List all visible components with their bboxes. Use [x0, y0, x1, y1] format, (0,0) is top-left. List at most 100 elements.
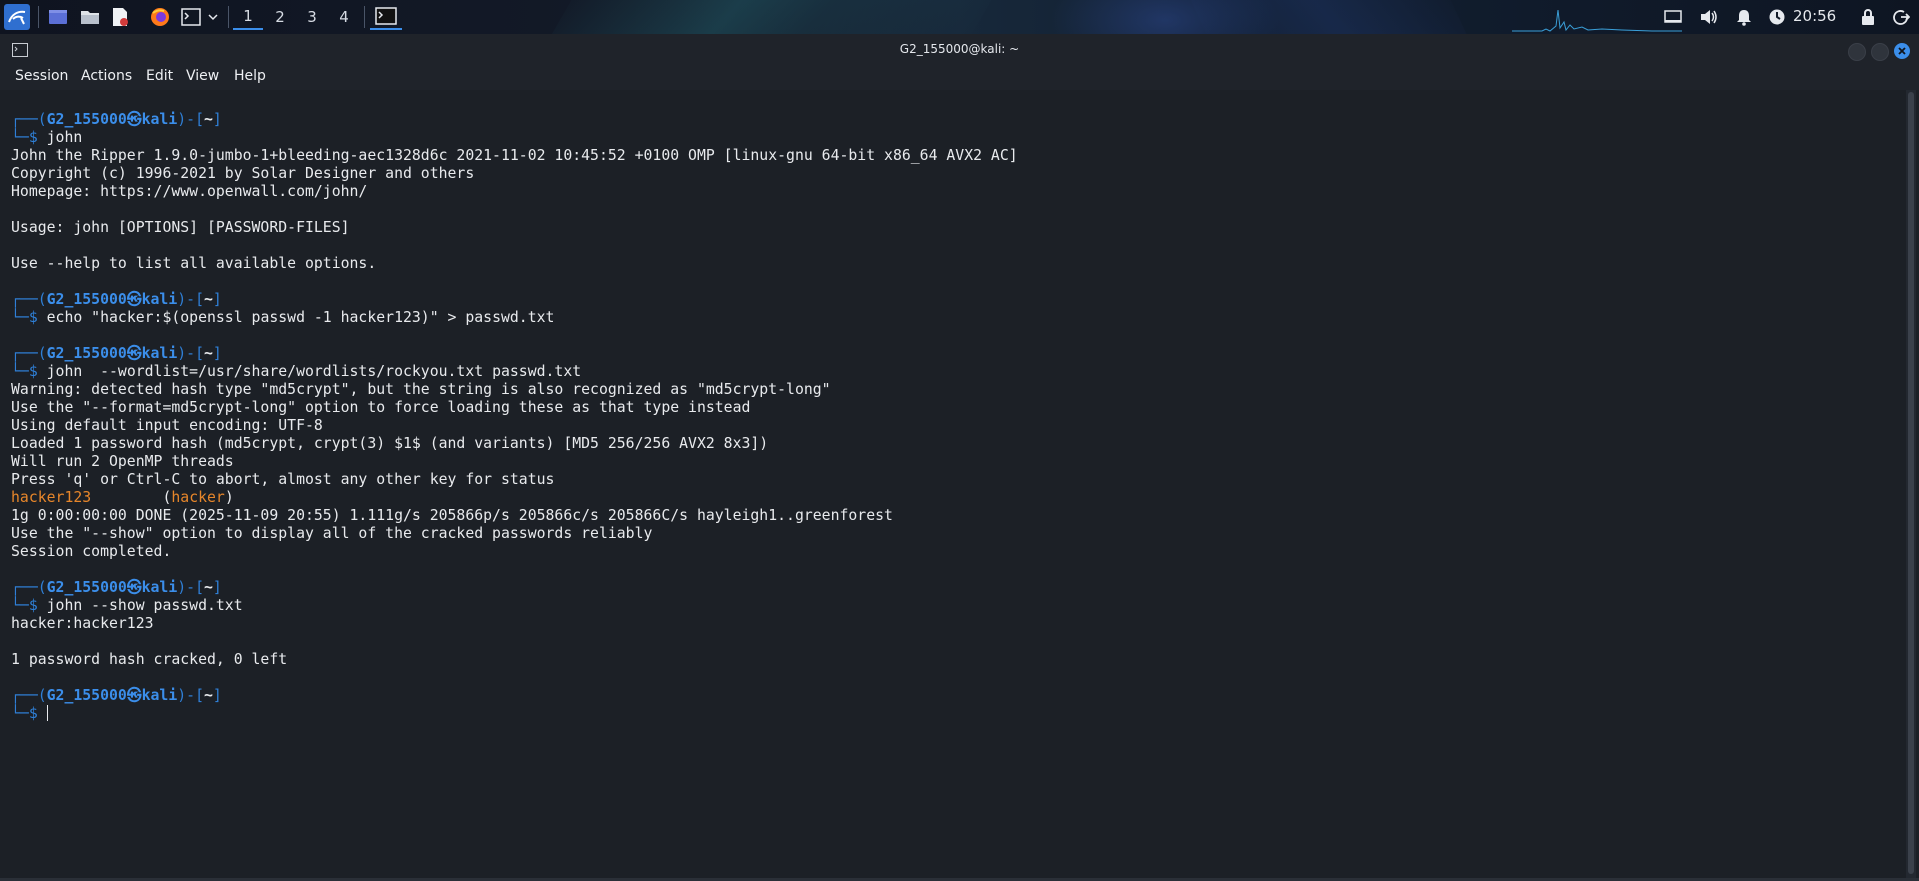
output-line: Warning: detected hash type "md5crypt", … [11, 381, 831, 398]
wallpaper-accent [525, 0, 1015, 34]
prompt-frame: ┌──( [11, 291, 47, 308]
window-titlebar[interactable]: G2_155000@kali: ~ [0, 34, 1919, 66]
panel-separator [228, 6, 229, 28]
output-line: Usage: john [OPTIONS] [PASSWORD-FILES] [11, 219, 350, 236]
notification-bell-icon[interactable] [1736, 8, 1752, 26]
prompt-frame: )-[ [177, 111, 204, 128]
workspace-4[interactable]: 4 [329, 4, 359, 30]
output-line: John the Ripper 1.9.0-jumbo-1+bleeding-a… [11, 147, 1018, 164]
menu-help[interactable]: Help [234, 68, 266, 84]
file-manager-icon[interactable] [78, 4, 102, 30]
prompt-user-host: G2_155000㉿kali [46, 345, 178, 362]
volume-icon[interactable] [1699, 8, 1719, 26]
logout-icon[interactable] [1892, 8, 1910, 26]
output-line: Press 'q' or Ctrl-C to abort, almost any… [11, 471, 555, 488]
prompt-header: ┌──(G2_155000㉿kali)-[~] [11, 687, 222, 705]
scrollbar-thumb[interactable] [1908, 92, 1914, 874]
terminal-output[interactable]: ┌──(G2_155000㉿kali)-[~] └─$ john John the … [0, 90, 1916, 878]
menu-actions[interactable]: Actions [81, 68, 132, 84]
menu-session[interactable]: Session [15, 68, 68, 84]
power-manager-icon[interactable] [1768, 8, 1786, 26]
output-text: ( [91, 489, 172, 506]
prompt-user-host: G2_155000㉿kali [46, 291, 178, 308]
output-line: 1g 0:00:00:00 DONE (2025-11-09 20:55) 1.… [11, 507, 893, 524]
text-cursor [46, 705, 48, 721]
output-text: ) [224, 489, 234, 506]
menu-edit[interactable]: Edit [146, 68, 173, 84]
prompt-dollar: └─$ [11, 363, 47, 380]
workspace-label: 1 [243, 7, 253, 25]
minimize-button[interactable] [1848, 43, 1866, 61]
command-text: john [46, 129, 83, 146]
command-line: └─$ john [11, 129, 82, 147]
prompt-dollar: └─$ [11, 705, 47, 722]
prompt-frame: )-[ [177, 345, 204, 362]
panel-separator [38, 6, 39, 28]
top-panel: 1 2 3 4 20:56 [0, 0, 1919, 34]
wallpaper-accent [1172, 0, 1488, 34]
workspace-3[interactable]: 3 [297, 4, 327, 30]
command-line: └─$ john --wordlist=/usr/share/wordlists… [11, 363, 581, 381]
output-line: Will run 2 OpenMP threads [11, 453, 234, 470]
prompt-dir: ~ [203, 291, 213, 308]
taskbar-terminal-button[interactable] [370, 4, 402, 30]
panel-clock[interactable]: 20:56 [1793, 7, 1836, 25]
kali-menu-icon[interactable] [4, 4, 30, 30]
firefox-icon[interactable] [148, 4, 172, 30]
prompt-frame: )-[ [177, 687, 204, 704]
prompt-header: ┌──(G2_155000㉿kali)-[~] [11, 579, 222, 597]
output-line: hacker:hacker123 [11, 615, 154, 632]
prompt-frame: ] [212, 579, 222, 596]
menu-bar: Session Actions Edit View Help [0, 66, 1919, 90]
chevron-down-icon[interactable] [206, 4, 220, 30]
prompt-header: ┌──(G2_155000㉿kali)-[~] [11, 291, 222, 309]
prompt-dollar: └─$ [11, 309, 47, 326]
command-text: echo "hacker:$(openssl passwd -1 hacker1… [46, 309, 555, 326]
output-line: Use the "--show" option to display all o… [11, 525, 653, 542]
cracked-password-line: hacker123 (hacker) [11, 489, 234, 507]
command-line: └─$ echo "hacker:$(openssl passwd -1 hac… [11, 309, 554, 327]
close-button[interactable] [1894, 43, 1910, 59]
cpu-graph-icon [1512, 9, 1682, 32]
close-icon [1898, 47, 1906, 55]
prompt-frame: ┌──( [11, 687, 47, 704]
command-line: └─$ [11, 705, 48, 723]
prompt-frame: )-[ [177, 291, 204, 308]
cracked-username: hacker [171, 489, 225, 506]
output-line: Copyright (c) 1996-2021 by Solar Designe… [11, 165, 475, 182]
prompt-frame: ┌──( [11, 345, 47, 362]
workspace-2[interactable]: 2 [265, 4, 295, 30]
lock-screen-icon[interactable] [1861, 8, 1875, 26]
prompt-dollar: └─$ [11, 129, 47, 146]
window-title: G2_155000@kali: ~ [899, 42, 1020, 56]
workspace-label: 2 [275, 8, 285, 26]
menu-view[interactable]: View [186, 68, 219, 84]
output-line: 1 password hash cracked, 0 left [11, 651, 288, 668]
maximize-button[interactable] [1871, 43, 1889, 61]
prompt-frame: ] [212, 291, 222, 308]
workspace-label: 3 [307, 8, 317, 26]
prompt-header: ┌──(G2_155000㉿kali)-[~] [11, 345, 222, 363]
output-line: Session completed. [11, 543, 172, 560]
prompt-dollar: └─$ [11, 597, 47, 614]
scrollbar[interactable] [1906, 90, 1916, 878]
display-icon[interactable] [1664, 8, 1682, 26]
prompt-dir: ~ [203, 579, 213, 596]
output-line: Use the "--format=md5crypt-long" option … [11, 399, 751, 416]
prompt-frame: ] [212, 687, 222, 704]
prompt-header: ┌──(G2_155000㉿kali)-[~] [11, 111, 222, 129]
prompt-dir: ~ [203, 687, 213, 704]
prompt-frame: ] [212, 111, 222, 128]
prompt-dir: ~ [203, 111, 213, 128]
output-line: Loaded 1 password hash (md5crypt, crypt(… [11, 435, 769, 452]
prompt-user-host: G2_155000㉿kali [46, 579, 178, 596]
output-line: Use --help to list all available options… [11, 255, 377, 272]
output-line: Homepage: https://www.openwall.com/john/ [11, 183, 368, 200]
command-text: john --show passwd.txt [46, 597, 243, 614]
prompt-frame: ┌──( [11, 111, 47, 128]
command-line: └─$ john --show passwd.txt [11, 597, 243, 615]
terminal-launcher-icon[interactable] [180, 4, 202, 30]
show-desktop-icon[interactable] [46, 4, 70, 30]
workspace-1[interactable]: 1 [233, 4, 263, 30]
text-editor-icon[interactable] [108, 4, 132, 30]
